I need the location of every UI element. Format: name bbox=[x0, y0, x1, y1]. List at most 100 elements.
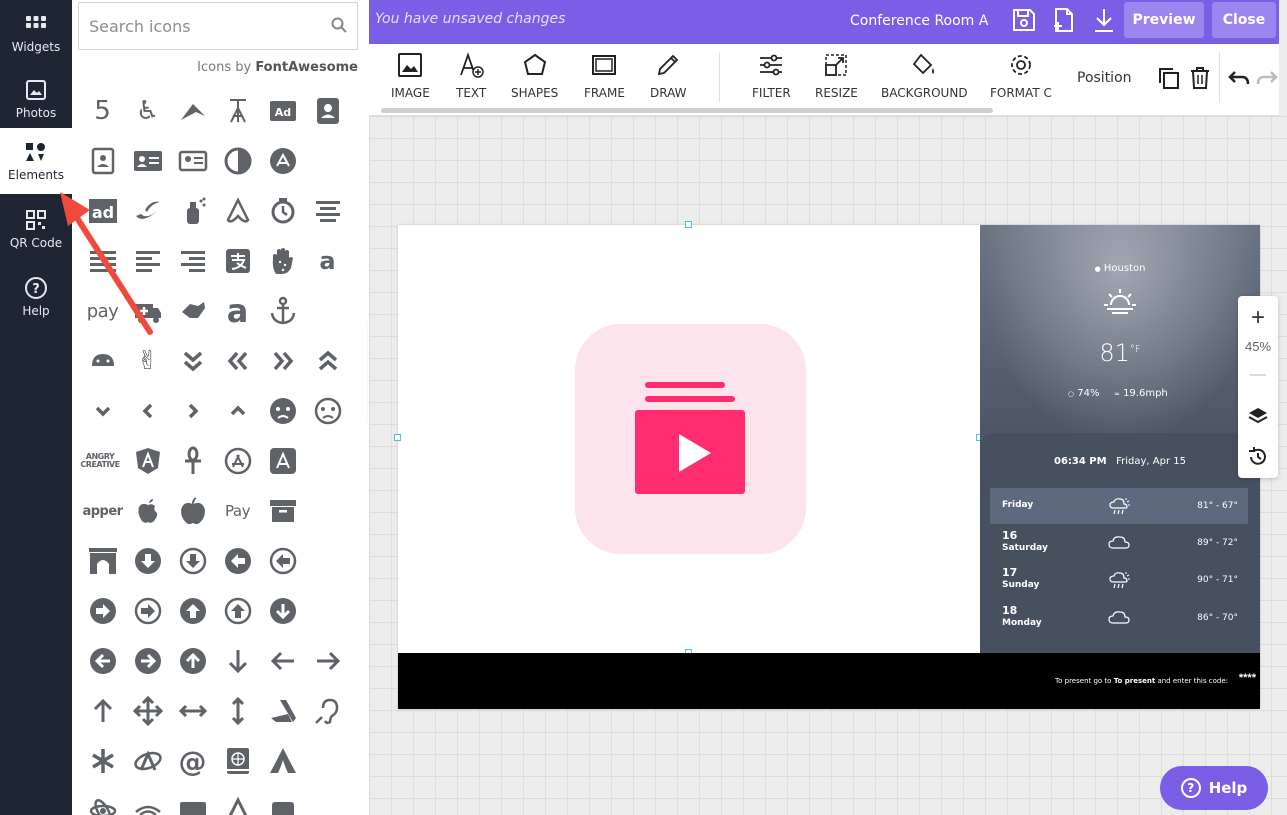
tool-resize[interactable]: RESIZE bbox=[815, 52, 858, 100]
angle-double-left-icon[interactable] bbox=[215, 336, 260, 386]
resize-handle[interactable] bbox=[394, 434, 401, 441]
airbnb-icon[interactable] bbox=[215, 186, 260, 236]
arrow-left-icon[interactable] bbox=[260, 636, 305, 686]
angrycreative-icon[interactable]: ANGRY CREATIVE bbox=[80, 436, 120, 486]
tool-draw[interactable]: DRAW bbox=[650, 52, 687, 100]
affiliatetheme-icon[interactable] bbox=[125, 186, 170, 236]
resize-handle[interactable] bbox=[685, 221, 692, 228]
angle-double-down-icon[interactable] bbox=[170, 336, 215, 386]
rail-item-elements[interactable]: Elements bbox=[0, 128, 72, 194]
tool-format[interactable]: FORMAT C bbox=[990, 52, 1052, 100]
align-justify-icon[interactable] bbox=[80, 236, 125, 286]
undo-icon[interactable] bbox=[1227, 68, 1251, 88]
arrow-alt-circle-down-outline-icon[interactable] bbox=[170, 536, 215, 586]
acquisitions-incorporated-icon[interactable] bbox=[215, 86, 260, 136]
arrow-alt-circle-left-outline-icon[interactable] bbox=[260, 536, 305, 586]
angle-double-up-icon[interactable] bbox=[305, 336, 350, 386]
angry-icon[interactable] bbox=[260, 386, 305, 436]
angle-double-right-icon[interactable] bbox=[260, 336, 305, 386]
zoom-out-button[interactable]: — bbox=[1238, 366, 1278, 384]
apper-icon[interactable]: apper bbox=[80, 486, 125, 536]
arrows-alt-v-icon[interactable] bbox=[215, 686, 260, 736]
assistive-listening-icon[interactable] bbox=[305, 686, 350, 736]
align-right-icon[interactable] bbox=[170, 236, 215, 286]
trash-icon[interactable] bbox=[1189, 66, 1211, 90]
tool-shapes[interactable]: SHAPES bbox=[511, 52, 558, 100]
adjust-icon[interactable] bbox=[215, 136, 260, 186]
zoom-in-button[interactable]: + bbox=[1238, 304, 1278, 332]
arrow-circle-right-icon[interactable] bbox=[125, 636, 170, 686]
audio-description-icon[interactable] bbox=[170, 786, 215, 815]
alarm-clock-icon[interactable] bbox=[260, 186, 305, 236]
adversal-icon[interactable]: ad bbox=[80, 186, 125, 236]
arrow-circle-up-icon[interactable] bbox=[170, 636, 215, 686]
apple-icon[interactable] bbox=[125, 486, 170, 536]
help-button[interactable]: ? Help bbox=[1160, 766, 1268, 810]
arrow-alt-circle-up-icon[interactable] bbox=[170, 586, 215, 636]
room-name[interactable]: Conference Room A bbox=[850, 13, 988, 29]
arrow-alt-circle-down-icon[interactable] bbox=[125, 536, 170, 586]
arrows-alt-h-icon[interactable] bbox=[170, 686, 215, 736]
align-center-icon[interactable] bbox=[305, 186, 350, 236]
arrow-alt-circle-right-icon[interactable] bbox=[80, 586, 125, 636]
tool-background[interactable]: BACKGROUND bbox=[881, 52, 968, 100]
icon-search-input[interactable] bbox=[89, 16, 319, 36]
duplicate-icon[interactable] bbox=[1157, 66, 1181, 90]
american-sign-language-icon[interactable] bbox=[170, 286, 215, 336]
angle-left-icon[interactable] bbox=[125, 386, 170, 436]
save-icon[interactable] bbox=[1011, 6, 1037, 34]
arrow-alt-circle-right-outline-icon[interactable] bbox=[125, 586, 170, 636]
amazon-pay-icon[interactable]: pay bbox=[80, 286, 125, 336]
preview-button[interactable]: Preview bbox=[1124, 2, 1204, 38]
ambulance-icon[interactable] bbox=[125, 286, 170, 336]
anchor-icon[interactable] bbox=[260, 286, 305, 336]
close-button[interactable]: Close bbox=[1212, 2, 1276, 38]
amilia-icon[interactable]: a bbox=[215, 286, 260, 336]
alipay-icon[interactable] bbox=[215, 236, 260, 286]
angry-outline-icon[interactable] bbox=[305, 386, 350, 436]
arrow-circle-left-icon[interactable] bbox=[80, 636, 125, 686]
arrow-alt-circle-left-icon[interactable] bbox=[215, 536, 260, 586]
asterisk-icon[interactable] bbox=[80, 736, 125, 786]
angle-up-icon[interactable] bbox=[215, 386, 260, 436]
500px-icon[interactable]: 5 bbox=[80, 86, 125, 136]
allergies-icon[interactable] bbox=[260, 236, 305, 286]
asymmetrik-icon[interactable] bbox=[125, 736, 170, 786]
video-playlist-app-tile[interactable] bbox=[575, 324, 806, 554]
angle-right-icon[interactable] bbox=[170, 386, 215, 436]
icon-search-box[interactable] bbox=[78, 2, 358, 50]
arrows-alt-icon[interactable] bbox=[125, 686, 170, 736]
search-icon[interactable] bbox=[331, 17, 347, 33]
arrow-down-icon[interactable] bbox=[215, 636, 260, 686]
weather-widget[interactable]: ● Houston 81°F ○ 74% ≈ 19.6mph 06:34 PM … bbox=[980, 225, 1260, 653]
amazon-icon[interactable]: a bbox=[305, 236, 350, 286]
download-icon[interactable] bbox=[1091, 6, 1117, 34]
ankh-icon[interactable] bbox=[170, 436, 215, 486]
at-icon[interactable]: @ bbox=[170, 736, 215, 786]
slide-canvas[interactable]: ● Houston 81°F ○ 74% ≈ 19.6mph 06:34 PM … bbox=[394, 221, 1260, 709]
position-menu[interactable]: Position bbox=[1077, 70, 1132, 86]
apple-alt-icon[interactable] bbox=[170, 486, 215, 536]
tool-image[interactable]: IMAGE bbox=[391, 52, 430, 100]
arrow-circle-down-icon[interactable] bbox=[260, 586, 305, 636]
angle-down-icon[interactable] bbox=[80, 386, 125, 436]
archway-icon[interactable] bbox=[80, 536, 125, 586]
toolbar-scrollbar[interactable] bbox=[381, 108, 993, 113]
atlas-icon[interactable] bbox=[215, 736, 260, 786]
air-freshener-icon[interactable] bbox=[170, 186, 215, 236]
arrow-right-icon[interactable] bbox=[305, 636, 350, 686]
accessible-icon[interactable]: ♿ bbox=[125, 86, 170, 136]
address-card-outline-icon[interactable] bbox=[170, 136, 215, 186]
autoprefixer-icon[interactable] bbox=[215, 786, 260, 815]
tool-frame[interactable]: FRAME bbox=[584, 52, 625, 100]
app-store-ios-icon[interactable] bbox=[260, 436, 305, 486]
address-book-icon[interactable] bbox=[305, 86, 350, 136]
ad-icon[interactable]: Ad bbox=[260, 86, 305, 136]
arrow-alt-circle-up-outline-icon[interactable] bbox=[215, 586, 260, 636]
archive-icon[interactable] bbox=[260, 486, 305, 536]
angular-icon[interactable] bbox=[125, 436, 170, 486]
atlassian-icon[interactable] bbox=[260, 736, 305, 786]
redo-icon[interactable] bbox=[1255, 68, 1279, 88]
adn-icon[interactable] bbox=[260, 136, 305, 186]
accusoft-icon[interactable] bbox=[170, 86, 215, 136]
